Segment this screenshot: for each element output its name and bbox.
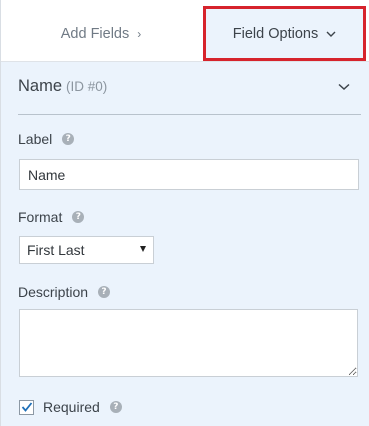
help-icon[interactable]: ?	[72, 211, 85, 223]
format-field-label: Format ?	[18, 209, 85, 225]
description-textarea[interactable]	[19, 309, 358, 377]
tab-field-options[interactable]: Field Options	[203, 6, 366, 61]
checkmark-icon	[21, 402, 33, 412]
tab-add-fields-label: Add Fields	[60, 26, 130, 42]
chevron-right-icon: ›	[137, 27, 142, 41]
help-icon[interactable]: ?	[62, 133, 75, 145]
required-field-text: Required	[43, 399, 100, 415]
format-select[interactable]: First Last	[19, 236, 154, 264]
format-field-text: Format	[18, 209, 63, 225]
required-checkbox[interactable]	[19, 400, 34, 415]
tab-add-fields[interactable]: Add Fields ›	[1, 8, 201, 60]
panel-tabs: Add Fields › Field Options	[1, 0, 369, 62]
chevron-down-icon[interactable]	[338, 78, 354, 94]
help-icon[interactable]: ?	[109, 401, 122, 413]
field-options-panel: Add Fields › Field Options Name (ID #0) L…	[0, 0, 369, 426]
tab-field-options-label: Field Options	[232, 25, 319, 42]
description-field-label: Description ?	[18, 284, 111, 300]
dropdown-arrow-icon	[140, 246, 146, 252]
chevron-down-icon	[326, 27, 336, 41]
label-field-label: Label ?	[18, 131, 75, 147]
field-section-title: Name (ID #0)	[18, 77, 107, 96]
required-field-label: Required ?	[43, 399, 122, 415]
field-name: Name	[18, 77, 63, 95]
label-field-text: Label	[18, 131, 53, 147]
label-input[interactable]	[19, 159, 359, 190]
field-id: (ID #0)	[66, 79, 108, 94]
format-selected-value: First Last	[27, 242, 85, 258]
description-field-text: Description	[18, 284, 89, 300]
help-icon[interactable]: ?	[98, 286, 111, 298]
section-divider	[18, 114, 361, 115]
